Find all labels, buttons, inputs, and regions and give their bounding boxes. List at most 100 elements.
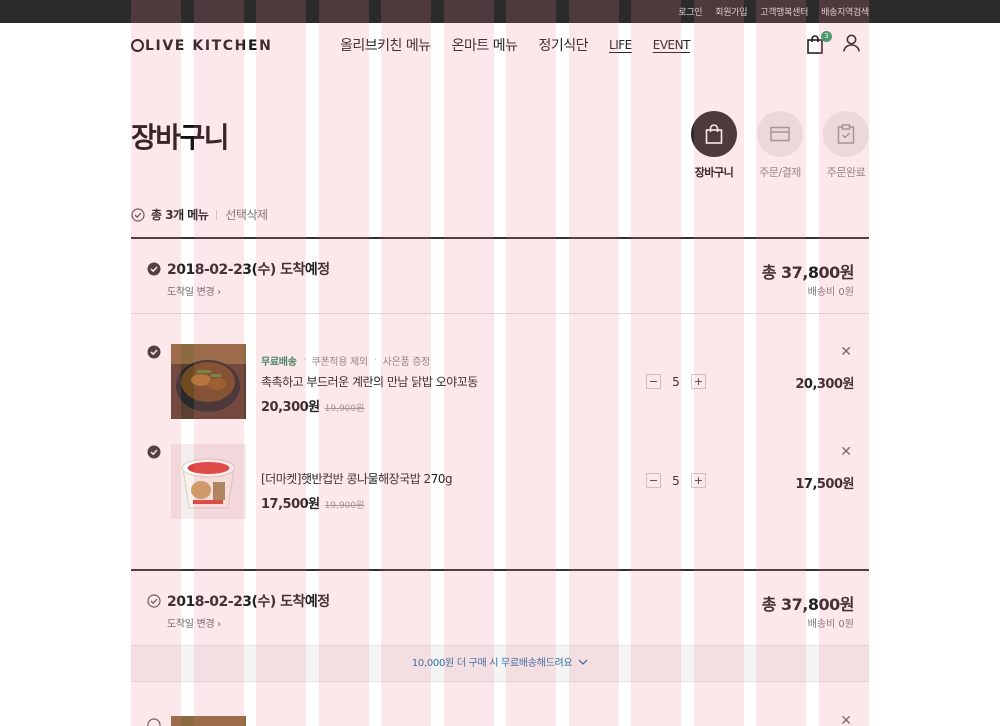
clipboard-check-icon [837,124,855,144]
increase-quantity-button[interactable]: + [691,374,706,389]
cart-item: [더마켓]햇반컵반 콩나물해장국밥 270g 17,500원 19,900원 −… [131,444,869,524]
select-bar: 총 3개 메뉴 선택삭제 [131,206,268,223]
wallet-icon [770,126,790,142]
step-cart: 장바구니 [690,111,738,180]
chevron-down-icon [578,659,588,665]
remove-item-button[interactable]: ✕ [840,716,852,726]
item-info: 무료배송 · 쿠폰적용 제외 · 사은품 증정 촉촉하고 부드러운 계란의 만남… [261,353,478,415]
item-name[interactable]: 촉촉하고 부드러운 계란의 만남 닭밥 오야꼬동 [261,373,478,390]
cupban-package-photo [171,444,246,519]
cart-item-partial: ✕ [131,716,869,726]
logo-o-mark [131,39,144,52]
decrease-quantity-button[interactable]: − [646,473,661,488]
item-original-price: 19,900원 [324,404,365,414]
delete-selected-button[interactable]: 선택삭제 [225,206,268,223]
step-complete-circle [823,111,869,157]
remove-item-button[interactable]: ✕ [840,444,852,460]
page-title: 장바구니 [131,121,230,154]
nav-life[interactable]: LIFE [609,38,632,52]
item-checked-icon[interactable] [147,345,161,359]
group-arrival-date: 2018-02-23(수) 도착예정 [167,594,330,610]
item-original-price: 19,900원 [324,501,365,511]
signup-link[interactable]: 회원가입 [715,5,747,18]
cart-count-badge: 3 [821,31,832,42]
divider [216,209,218,220]
close-icon: ✕ [840,716,852,726]
step-complete: 주문완료 [822,111,870,180]
item-thumbnail[interactable] [171,444,246,519]
plus-icon: + [693,375,704,388]
order-steps: 장바구니 주문/결제 주문완료 [690,111,870,181]
item-price: 20,300원 19,900원 [261,396,478,415]
quantity-stepper: − 5 + [646,374,706,389]
minus-icon: − [648,375,659,388]
group-total: 총 37,800원 [761,595,855,614]
group-unchecked-icon[interactable] [147,594,161,608]
header-icons: 3 [807,31,860,56]
item-unchecked-icon[interactable] [147,718,161,726]
login-link[interactable]: 로그인 [678,5,702,18]
remove-item-button[interactable]: ✕ [840,344,852,360]
item-sale-price: 20,300원 [261,400,320,415]
cart-item: 무료배송 · 쿠폰적용 제외 · 사은품 증정 촉촉하고 부드러운 계란의 만남… [131,344,869,424]
group-shipping-fee: 배송비 0원 [807,619,854,630]
logo-text: LIVE KITCHEN [145,38,273,54]
change-date-label: 도착일 변경 [167,619,215,630]
my-page-button[interactable] [843,34,860,56]
step-cart-circle [691,111,737,157]
decrease-quantity-button[interactable]: − [646,374,661,389]
increase-quantity-button[interactable]: + [691,473,706,488]
nav-olive-kitchen-menu[interactable]: 올리브키친 메뉴 [340,35,431,55]
quantity-stepper: − 5 + [646,473,706,488]
item-checked-icon[interactable] [147,445,161,459]
item-thumbnail[interactable] [171,716,246,726]
group-shipping-fee: 배송비 0원 [807,287,854,298]
minus-icon: − [648,474,659,487]
select-all-checkbox-icon[interactable] [131,207,145,222]
nav-regular-meal[interactable]: 정기식단 [538,35,588,55]
item-price: 17,500원 19,900원 [261,493,452,512]
free-shipping-notice-text: 10,000원 더 구매 시 무료배송해드려요 [411,658,573,669]
cart-button[interactable]: 3 [807,31,832,55]
delivery-area-search-link[interactable]: 배송지역검색 [821,5,869,18]
site-logo[interactable]: LIVE KITCHEN [131,38,272,54]
total-menu-count: 총 3개 메뉴 [151,208,209,222]
badge-separator: · [373,355,377,366]
change-date-link[interactable]: 도착일 변경 › [167,283,221,298]
badge-coupon-excluded: 쿠폰적용 제외 [311,357,369,368]
item-thumbnail[interactable] [171,344,246,419]
step-payment-circle [757,111,803,157]
group-arrival-date: 2018-02-23(수) 도착예정 [167,262,330,278]
bag-icon [705,124,723,144]
step-payment: 주문/결제 [756,111,804,180]
item-line-total: 20,300원 [795,377,854,392]
chevron-right-icon: › [217,287,221,298]
chevron-right-icon: › [217,619,221,630]
item-badges: 무료배송 · 쿠폰적용 제외 · 사은품 증정 [261,353,478,368]
delivery-group-2-header: 2018-02-23(수) 도착예정 도착일 변경 › 총 37,800원 배송… [131,571,869,646]
free-shipping-notice[interactable]: 10,000원 더 구매 시 무료배송해드려요 [131,645,869,682]
plus-icon: + [693,474,704,487]
nav-onmart-menu[interactable]: 온마트 메뉴 [452,35,518,55]
oyakodon-bowl-photo [171,344,246,419]
step-complete-label: 주문완료 [826,166,866,179]
quantity-value: 5 [672,473,680,488]
item-sale-price: 17,500원 [261,497,320,512]
change-date-link[interactable]: 도착일 변경 › [167,615,221,630]
item-line-total: 17,500원 [795,477,854,492]
top-utility-bar: 로그인 회원가입 고객행복센터 배송지역검색 [0,0,1000,23]
delivery-group-1-header: 2018-02-23(수) 도착예정 도착일 변경 › 총 37,800원 배송… [131,239,869,314]
badge-separator: · [302,355,306,366]
badge-free-shipping: 무료배송 [261,357,297,368]
nav-event[interactable]: EVENT [653,38,691,52]
item-name[interactable]: [더마켓]햇반컵반 콩나물해장국밥 270g [261,470,453,487]
badge-gift: 사은품 증정 [382,357,431,368]
group-checked-icon[interactable] [147,262,161,276]
utility-links: 로그인 회원가입 고객행복센터 배송지역검색 [678,0,869,23]
row-divider [131,313,869,314]
user-icon [843,34,860,52]
close-icon: ✕ [840,344,852,360]
customer-center-link[interactable]: 고객행복센터 [760,5,808,18]
step-cart-label: 장바구니 [694,166,734,179]
main-navigation: 올리브키친 메뉴 온마트 메뉴 정기식단 LIFE EVENT [340,35,690,55]
